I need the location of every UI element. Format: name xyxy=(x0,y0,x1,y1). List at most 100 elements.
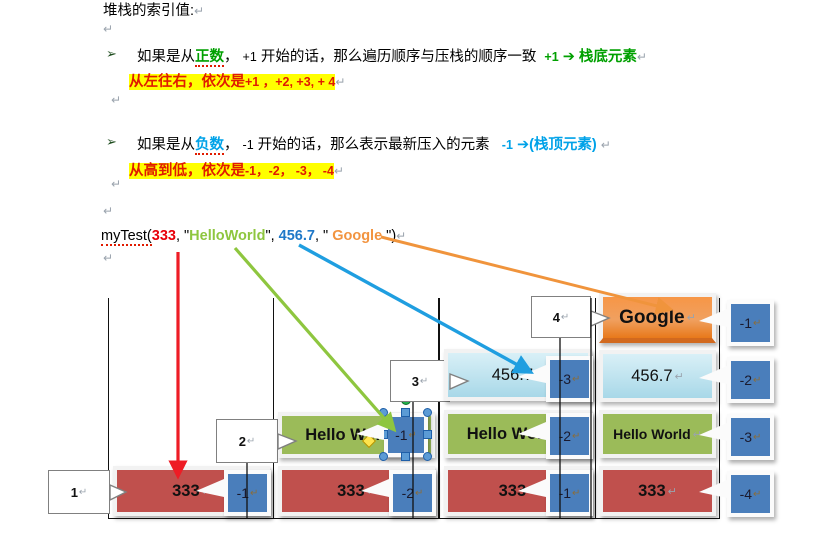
right-arrow-icon: ➔ xyxy=(516,137,530,153)
index-callout--2[interactable]: -2 ↵ xyxy=(727,357,774,403)
step-callout-4: 4 ↵ xyxy=(531,296,591,338)
pilcrow-mark: ↵ xyxy=(103,22,114,36)
code-arg-helloworld: HelloWorld xyxy=(189,228,266,244)
selection-handle-bl[interactable] xyxy=(379,452,388,461)
pilcrow-mark: ↵ xyxy=(572,373,581,385)
code-arg-333: 333 xyxy=(151,228,176,244)
selection-handle-l[interactable] xyxy=(379,430,388,439)
pilcrow-mark: ↵ xyxy=(572,487,581,499)
b2-l1-c: 开始的话，那么表示最新压入的元素 xyxy=(253,137,490,153)
index-callout--4[interactable]: -4 ↵ xyxy=(727,471,774,517)
code-sep: , xyxy=(175,228,185,244)
pilcrow-mark: ↵ xyxy=(201,485,211,498)
pilcrow-mark: ↵ xyxy=(753,317,762,329)
page-title: 堆栈的索引值:↵ xyxy=(103,4,204,19)
b2-keyword: 负数 xyxy=(195,137,224,155)
b2-l2-b: -1，-2， -3， -4 xyxy=(245,164,334,178)
b1-l1-b: ， xyxy=(224,49,243,65)
index-value: -2 xyxy=(558,428,572,444)
pilcrow-mark: ↵ xyxy=(111,177,122,191)
b1-l2-b: +1 ，+2, +3, + 4 xyxy=(245,75,336,89)
pilcrow-mark: ↵ xyxy=(535,369,545,382)
index-callout--1[interactable]: -1 ↵ xyxy=(224,470,271,516)
index-value: -4 xyxy=(739,486,753,502)
step-callout-1: 1 ↵ xyxy=(48,470,110,514)
b1-l1-a: 如果是从 xyxy=(137,49,195,65)
b1-index: +1 xyxy=(544,50,559,64)
pilcrow-mark: ↵ xyxy=(686,312,696,324)
pilcrow-mark: ↵ xyxy=(246,435,256,447)
stack-item-value: 456.7 xyxy=(631,366,673,385)
stack-item-value: 333 xyxy=(638,481,666,500)
selection-handle-br[interactable] xyxy=(423,452,432,461)
pilcrow-mark: ↵ xyxy=(103,251,114,265)
stack-item-value: Hello World xyxy=(466,424,559,443)
index-callout--1-selected[interactable]: -1 ↵ xyxy=(384,413,428,457)
document-canvas: 堆栈的索引值:↵ ↵ ➢ 如果是从正数， +1 开始的话，那么遍历顺序与压栈的顺… xyxy=(0,0,822,559)
b2-tail: (栈顶元素) xyxy=(529,137,597,153)
pilcrow-mark: ↵ xyxy=(415,487,424,499)
selection-handle-t[interactable] xyxy=(401,408,410,417)
pilcrow-mark: ↵ xyxy=(408,429,417,441)
code-arg-google: Google xyxy=(328,228,387,244)
pilcrow-mark: ↵ xyxy=(419,375,429,387)
bullet-marker-2: ➢ xyxy=(106,134,117,149)
index-value: -1 xyxy=(395,427,408,443)
selection-handle-r[interactable] xyxy=(423,430,432,439)
step-number: 1 xyxy=(70,484,78,500)
index-callout--3[interactable]: -3 ↵ xyxy=(546,356,593,402)
selection-handle-tr[interactable] xyxy=(423,408,432,417)
b1-tail: 栈底元素 xyxy=(578,49,637,65)
pilcrow-mark: ↵ xyxy=(111,93,122,107)
code-fn: myTest( xyxy=(101,228,152,246)
pilcrow-mark: ↵ xyxy=(572,430,581,442)
pilcrow-mark: ↵ xyxy=(103,204,114,218)
stack-item-value: 333 xyxy=(172,481,200,500)
stack-item-helloworld[interactable]: Hello World↵ xyxy=(599,410,716,458)
b1-keyword: 正数 xyxy=(195,49,224,67)
b2-l1-a: 如果是从 xyxy=(137,137,195,153)
b1-l2-a: 从左往右，依次是 xyxy=(129,74,245,90)
index-callout--2[interactable]: -2 ↵ xyxy=(389,470,436,516)
bullet-marker-1: ➢ xyxy=(106,46,117,61)
step-number: 2 xyxy=(238,433,246,449)
index-value: -1 xyxy=(739,315,753,331)
stack-item-333[interactable]: 333 ↵ xyxy=(599,466,716,516)
step-callout-3: 3 ↵ xyxy=(390,360,450,402)
code-arg-456: 456.7 xyxy=(278,228,315,244)
step-number: 4 xyxy=(552,309,560,325)
pilcrow-mark: ↵ xyxy=(667,485,677,498)
index-value: -3 xyxy=(739,429,753,445)
bullet-1-line-2: 从左往右，依次是+1 ，+2, +3, + 4↵ xyxy=(129,70,345,91)
bullet-2-line-1: 如果是从负数， -1 开始的话，那么表示最新压入的元素 -1 ➔(栈顶元素) ↵ xyxy=(137,133,611,155)
right-arrow-icon: ➔ xyxy=(562,49,575,65)
pilcrow-mark: ↵ xyxy=(194,4,205,18)
stack-item-google[interactable]: Google ↵ xyxy=(599,293,716,343)
stack-item-456[interactable]: 456.7 ↵ xyxy=(599,350,716,402)
heading-text: 堆栈的索引值: xyxy=(103,3,195,19)
selection-handle-b[interactable] xyxy=(401,452,410,461)
index-callout--3[interactable]: -3 ↵ xyxy=(727,414,774,460)
code-sep: , xyxy=(314,228,324,244)
index-value: -2 xyxy=(401,485,415,501)
step-callout-2: 2 ↵ xyxy=(216,419,278,463)
index-value: -1 xyxy=(558,485,572,501)
b2-l2-a: 从高到低，依次是 xyxy=(129,163,245,179)
index-value: -1 xyxy=(236,485,250,501)
bullet-1-line-1: 如果是从正数， +1 开始的话，那么遍历顺序与压栈的顺序一致 +1 ➔ 栈底元素… xyxy=(137,45,647,67)
stack-item-value: Google xyxy=(619,306,685,328)
pilcrow-mark: ↵ xyxy=(753,374,762,386)
index-callout--1[interactable]: -1 ↵ xyxy=(727,300,774,346)
index-callout--2[interactable]: -2 ↵ xyxy=(546,413,593,459)
b2-index: -1 xyxy=(501,138,513,152)
index-value: -2 xyxy=(739,372,753,388)
stack-item-value: 333 xyxy=(498,481,527,500)
pilcrow-mark: ↵ xyxy=(396,229,407,243)
pilcrow-mark: ↵ xyxy=(560,311,570,323)
code-sep: , xyxy=(270,228,279,244)
b2-l1-b: ， xyxy=(224,137,243,153)
selection-handle-tl[interactable] xyxy=(379,408,388,417)
index-callout--1[interactable]: -1 ↵ xyxy=(546,470,593,516)
pilcrow-mark: ↵ xyxy=(528,485,538,498)
bullet-2-line-2: 从高到低，依次是-1，-2， -3， -4↵ xyxy=(129,159,344,180)
